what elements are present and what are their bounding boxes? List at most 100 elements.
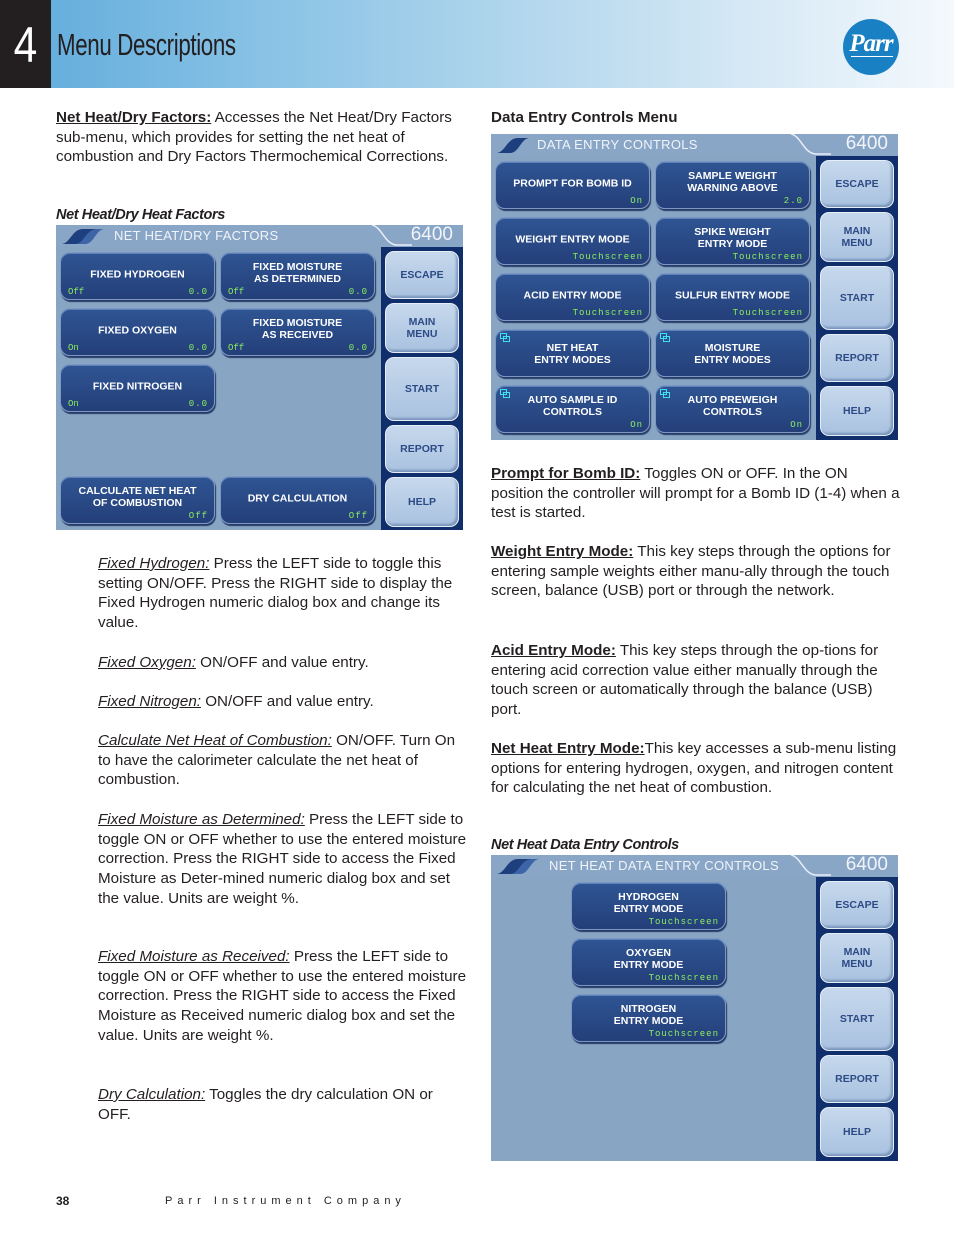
title-bar-curve: [791, 855, 831, 876]
acid-entry-mode-button[interactable]: ACID ENTRY MODE Touchscreen: [495, 273, 650, 321]
desc-fixed-hydrogen: Fixed Hydrogen: Press the LEFT side to t…: [98, 554, 468, 633]
button-label: ACID ENTRY MODE: [523, 289, 622, 302]
value-status: Touchscreen: [572, 252, 643, 262]
button-label: FIXED HYDROGEN: [90, 268, 185, 281]
button-label: DRY CALCULATION: [247, 492, 348, 505]
value-status: Touchscreen: [648, 1029, 719, 1039]
side-panel: ESCAPE MAIN MENU START REPORT HELP: [816, 156, 898, 440]
value-status: On: [790, 420, 803, 430]
fixed-oxygen-button[interactable]: FIXED OXYGEN On 0.0: [60, 308, 215, 356]
screen-title-bar: NET HEAT DATA ENTRY CONTROLS 6400: [491, 855, 898, 877]
side-panel: ESCAPE MAIN MENU START REPORT HELP: [816, 877, 898, 1161]
desc-lead: Fixed Moisture as Received:: [98, 948, 290, 965]
button-label: AUTO SAMPLE ID CONTROLS: [527, 394, 618, 419]
hydrogen-entry-mode-button[interactable]: HYDROGEN ENTRY MODE Touchscreen: [571, 882, 726, 930]
help-button[interactable]: HELP: [820, 386, 894, 436]
value-status: On: [630, 420, 643, 430]
desc-prompt-bomb-id: Prompt for Bomb ID: Toggles ON or OFF. I…: [491, 464, 901, 523]
swoosh-logo-icon: [62, 229, 104, 244]
button-label: MOISTURE ENTRY MODES: [694, 342, 771, 367]
logo-text: Parr: [849, 30, 893, 57]
value-status: 0.0: [348, 343, 368, 353]
main-menu-button[interactable]: MAIN MENU: [820, 933, 894, 983]
auto-sample-id-controls-button[interactable]: AUTO SAMPLE ID CONTROLS On: [495, 385, 650, 433]
desc-fixed-moisture-received: Fixed Moisture as Received: Press the LE…: [98, 947, 468, 1046]
report-button[interactable]: REPORT: [820, 334, 894, 382]
value-status: Off: [188, 511, 208, 521]
value-status: 2.0: [783, 196, 803, 206]
toggle-status: Off: [68, 287, 85, 297]
screen-title: NET HEAT/DRY FACTORS: [114, 228, 279, 243]
intro-paragraph: Net Heat/Dry Factors: Accesses the Net H…: [56, 108, 466, 167]
auto-preweigh-controls-button[interactable]: AUTO PREWEIGH CONTROLS On: [655, 385, 810, 433]
screen-title-bar: NET HEAT/DRY FACTORS 6400: [56, 225, 463, 247]
escape-button[interactable]: ESCAPE: [385, 251, 459, 299]
dry-calculation-button[interactable]: DRY CALCULATION Off: [220, 476, 375, 524]
title-bar-curve: [791, 134, 831, 155]
oxygen-entry-mode-button[interactable]: OXYGEN ENTRY MODE Touchscreen: [571, 938, 726, 986]
escape-button[interactable]: ESCAPE: [820, 160, 894, 208]
chapter-number: 4: [0, 0, 51, 88]
logo-underline: [851, 56, 893, 57]
screen-title: DATA ENTRY CONTROLS: [537, 137, 698, 152]
nitrogen-entry-mode-button[interactable]: NITROGEN ENTRY MODE Touchscreen: [571, 994, 726, 1042]
button-label: FIXED MOISTURE AS RECEIVED: [252, 317, 343, 342]
help-button[interactable]: HELP: [820, 1107, 894, 1157]
moisture-entry-modes-button[interactable]: MOISTURE ENTRY MODES: [655, 329, 810, 377]
start-button[interactable]: START: [820, 987, 894, 1051]
desc-text: ON/OFF and value entry.: [200, 693, 374, 710]
screen3-caption: Net Heat Data Entry Controls: [491, 837, 679, 853]
data-entry-screen: DATA ENTRY CONTROLS 6400 ESCAPE MAIN MEN…: [491, 134, 898, 440]
desc-weight-entry-mode: Weight Entry Mode: This key steps throug…: [491, 542, 901, 601]
desc-lead: Dry Calculation:: [98, 1086, 206, 1103]
desc-fixed-oxygen: Fixed Oxygen: ON/OFF and value entry.: [98, 653, 468, 673]
fixed-moisture-determined-button[interactable]: FIXED MOISTURE AS DETERMINED Off 0.0: [220, 252, 375, 300]
prompt-bomb-id-button[interactable]: PROMPT FOR BOMB ID On: [495, 161, 650, 209]
section-heading: Data Entry Controls Menu: [491, 109, 678, 126]
help-button[interactable]: HELP: [385, 477, 459, 527]
main-menu-button[interactable]: MAIN MENU: [385, 303, 459, 353]
parr-logo-icon: Parr: [843, 19, 899, 75]
desc-dry-calculation: Dry Calculation: Toggles the dry calcula…: [98, 1085, 468, 1124]
desc-fixed-moisture-determined: Fixed Moisture as Determined: Press the …: [98, 810, 468, 909]
chapter-title: Menu Descriptions: [57, 27, 236, 62]
start-button[interactable]: START: [820, 266, 894, 330]
net-heat-entry-modes-button[interactable]: NET HEAT ENTRY MODES: [495, 329, 650, 377]
value-status: Touchscreen: [732, 308, 803, 318]
button-label: WEIGHT ENTRY MODE: [515, 233, 630, 246]
model-number: 6400: [845, 134, 888, 154]
fixed-moisture-received-button[interactable]: FIXED MOISTURE AS RECEIVED Off 0.0: [220, 308, 375, 356]
escape-button[interactable]: ESCAPE: [820, 881, 894, 929]
calculate-net-heat-button[interactable]: CALCULATE NET HEAT OF COMBUSTION Off: [60, 476, 215, 524]
value-status: 0.0: [188, 343, 208, 353]
side-panel: ESCAPE MAIN MENU START REPORT HELP: [381, 247, 463, 530]
main-menu-button[interactable]: MAIN MENU: [820, 212, 894, 262]
weight-entry-mode-button[interactable]: WEIGHT ENTRY MODE Touchscreen: [495, 217, 650, 265]
value-status: Touchscreen: [648, 973, 719, 983]
sulfur-entry-mode-button[interactable]: SULFUR ENTRY MODE Touchscreen: [655, 273, 810, 321]
value-status: Touchscreen: [572, 308, 643, 318]
company-name: Parr Instrument Company: [165, 1195, 406, 1207]
model-number: 6400: [845, 855, 888, 875]
button-label: NET HEAT ENTRY MODES: [534, 342, 611, 367]
button-label: SPIKE WEIGHT ENTRY MODE: [694, 226, 771, 251]
sample-weight-warning-button[interactable]: SAMPLE WEIGHT WARNING ABOVE 2.0: [655, 161, 810, 209]
button-label: HYDROGEN ENTRY MODE: [613, 891, 684, 916]
page-header: 4 Menu Descriptions Parr: [0, 0, 954, 88]
button-label: OXYGEN ENTRY MODE: [613, 947, 684, 972]
value-status: 0.0: [188, 399, 208, 409]
start-button[interactable]: START: [385, 357, 459, 421]
toggle-status: Off: [228, 343, 245, 353]
page-number: 38: [56, 1194, 70, 1208]
desc-lead: Net Heat Entry Mode:: [491, 740, 645, 757]
desc-calculate-net-heat: Calculate Net Heat of Combustion: ON/OFF…: [98, 731, 463, 790]
screen-title: NET HEAT DATA ENTRY CONTROLS: [549, 858, 779, 873]
fixed-hydrogen-button[interactable]: FIXED HYDROGEN Off 0.0: [60, 252, 215, 300]
fixed-nitrogen-button[interactable]: FIXED NITROGEN On 0.0: [60, 364, 215, 412]
value-status: Touchscreen: [732, 252, 803, 262]
spike-weight-entry-mode-button[interactable]: SPIKE WEIGHT ENTRY MODE Touchscreen: [655, 217, 810, 265]
report-button[interactable]: REPORT: [385, 425, 459, 473]
button-label: FIXED MOISTURE AS DETERMINED: [252, 261, 343, 286]
report-button[interactable]: REPORT: [820, 1055, 894, 1103]
button-label: AUTO PREWEIGH CONTROLS: [687, 394, 778, 419]
